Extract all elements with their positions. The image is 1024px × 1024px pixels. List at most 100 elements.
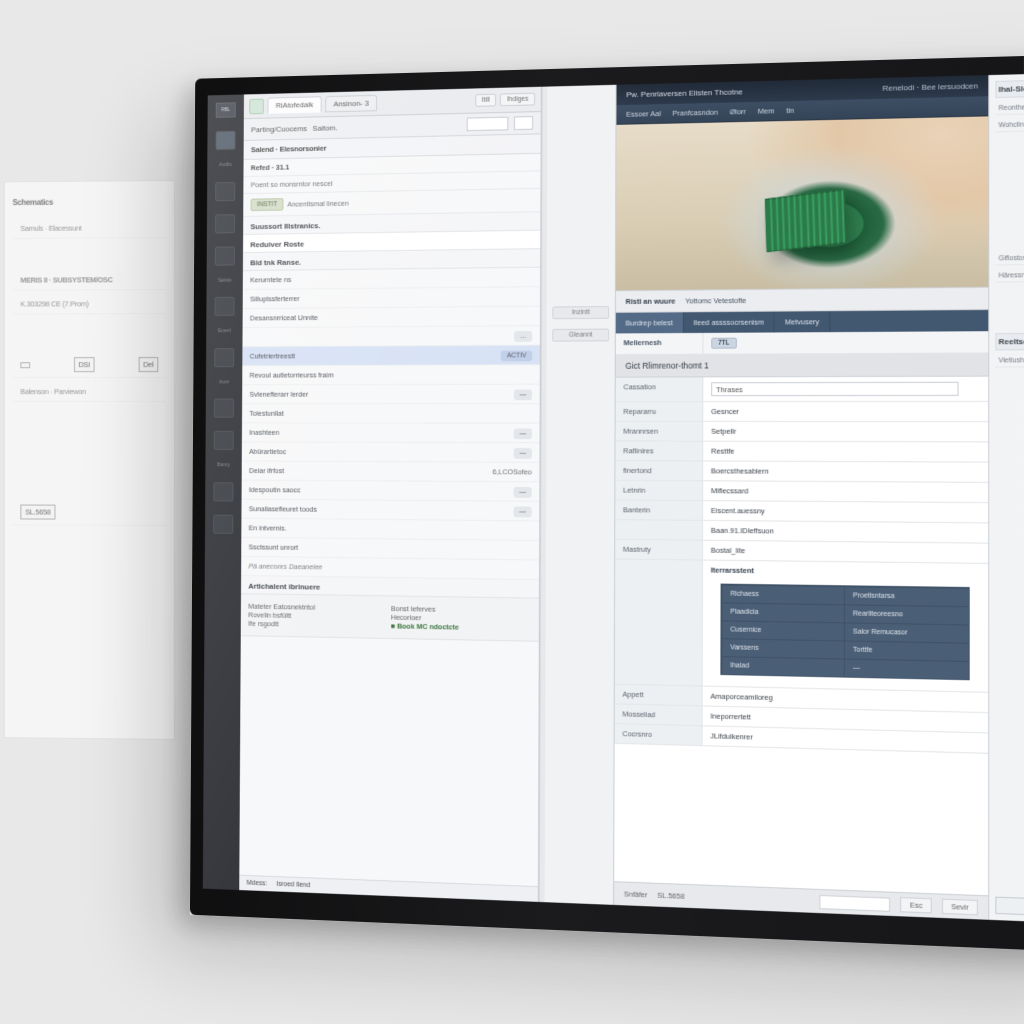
tab-mini-button[interactable]: Ihdiges bbox=[500, 93, 535, 106]
tag-row-text: Ancentismal linecen bbox=[287, 199, 348, 209]
detail-value: Setpellr bbox=[703, 422, 988, 442]
list-item[interactable]: Desansnrriceat Unnite bbox=[243, 307, 540, 328]
detail-key: Letnrin bbox=[615, 481, 703, 500]
monitor-bezel: RBL Audits Salnks Ecsert Invor Banvy bbox=[190, 53, 1024, 954]
tab-mini-button[interactable]: Itill bbox=[475, 94, 496, 107]
backpanel-del-button[interactable]: Del bbox=[138, 357, 158, 372]
secondbar-item[interactable]: Pranfcasndon bbox=[673, 108, 718, 118]
detail-key: Raflinires bbox=[615, 441, 703, 460]
list-item[interactable]: Svlenefterarr lerder — bbox=[242, 385, 540, 405]
list-item-name: Idespoutin saocc bbox=[249, 485, 301, 494]
status-button[interactable]: Esc bbox=[901, 897, 932, 913]
secondbar-item[interactable]: tin bbox=[786, 106, 794, 115]
detail-scroll[interactable]: Cassation RepararruGesncerMrannrsenSetpe… bbox=[614, 377, 988, 896]
list-item-name: Svlenefterarr lerder bbox=[249, 390, 308, 399]
detail-value: Boercsthesabiern bbox=[703, 461, 988, 481]
toolbar-small-button[interactable] bbox=[514, 116, 533, 130]
tab-secondary[interactable]: Ansinon- 3 bbox=[325, 95, 377, 113]
list-header-text: Salend · Elesnorsonier bbox=[251, 144, 326, 154]
rail-button[interactable] bbox=[215, 214, 235, 233]
toolbar-small-field[interactable] bbox=[467, 117, 509, 132]
backpanel-dsi-button[interactable]: DSI bbox=[74, 357, 95, 372]
detail-input[interactable] bbox=[711, 382, 958, 396]
list-item[interactable]: Idespoutin saocc— bbox=[242, 481, 540, 502]
detail-key: Appett bbox=[615, 685, 703, 706]
status-label: Snfäfer bbox=[624, 889, 648, 899]
mid-chip[interactable]: Gleannt bbox=[552, 329, 609, 342]
list-item[interactable]: Tolestunllat bbox=[242, 404, 540, 424]
list-item[interactable]: Silluplssferterrer bbox=[243, 287, 540, 309]
detail-block-title: Iterrarsstent bbox=[711, 566, 980, 582]
backpanel-mini-button[interactable] bbox=[20, 362, 30, 368]
toolbar-label: Parting/Cuocems bbox=[251, 124, 307, 134]
backpanel-foot: SL.5658 bbox=[20, 505, 55, 520]
list-item-pill: — bbox=[514, 429, 532, 440]
detail-value: Bostal_Iite bbox=[703, 541, 988, 563]
rail-button[interactable] bbox=[213, 482, 233, 501]
app-screen: RBL Audits Salnks Ecsert Invor Banvy bbox=[203, 72, 1024, 925]
detail-tab[interactable]: Metvusery bbox=[775, 311, 830, 332]
list-item[interactable]: CufetriertreesttACTIV bbox=[242, 346, 540, 367]
tab-primary[interactable]: RiAtofedaik bbox=[268, 96, 322, 114]
detail-badge: 7TL bbox=[711, 338, 736, 349]
detail-key bbox=[615, 559, 703, 685]
list-item-name: Revoul autletorrieurss fraim bbox=[250, 371, 334, 380]
module-icon[interactable] bbox=[249, 98, 264, 114]
hero-meta-left: Risti an wuure bbox=[626, 297, 676, 306]
list-item[interactable]: … bbox=[242, 326, 539, 347]
detail-key: Repararru bbox=[616, 402, 704, 421]
rail-button[interactable] bbox=[213, 514, 233, 533]
info-grid: Mateter Eatosnektritol Rovelin bsfültt I… bbox=[241, 594, 539, 642]
mid-chip[interactable]: Inzintt bbox=[552, 306, 609, 319]
side-card-line: Wohclinvmsand bbox=[995, 118, 1024, 133]
rail-button[interactable] bbox=[214, 399, 234, 418]
detail-value: Miflecssard bbox=[703, 481, 988, 502]
rail-button[interactable] bbox=[214, 348, 234, 367]
list-item-value: — bbox=[514, 390, 532, 399]
secondbar-item[interactable]: Mem bbox=[758, 106, 774, 115]
list-item-value: 6,LCOSofeo bbox=[492, 467, 531, 476]
status-button[interactable]: Sevir bbox=[942, 899, 978, 916]
list-item-name: Abürartietoc bbox=[249, 447, 286, 456]
list-item-value: — bbox=[514, 448, 532, 457]
grid-cell: Bonst leferves Hecorloer ■ Book MC ndoct… bbox=[391, 604, 531, 633]
side-card-line: Reonthe bbox=[995, 100, 1024, 115]
list-scroller[interactable]: Kerurntete ns Silluplssferterrer Desansnrr… bbox=[239, 268, 540, 887]
rail-button[interactable] bbox=[215, 297, 235, 316]
list-item-name: Kerurntete ns bbox=[250, 275, 291, 284]
icon-rail: RBL Audits Salnks Ecsert Invor Banvy bbox=[203, 94, 244, 890]
list-item[interactable]: Revoul autletorrieurss fraim bbox=[242, 365, 540, 385]
detail-value: Baan.91.IDleffsuon bbox=[703, 521, 988, 543]
list-item-name: Silluplssferterrer bbox=[250, 294, 300, 303]
app-logo[interactable]: RBL bbox=[216, 102, 236, 118]
detail-key: Mosseliad bbox=[615, 704, 703, 725]
rail-button[interactable] bbox=[215, 246, 235, 265]
title-crumbs: Renelodi · Bee lersuodcen bbox=[882, 81, 978, 92]
hero-image bbox=[616, 116, 988, 291]
list-item[interactable]: Inashteen — bbox=[242, 423, 540, 443]
list-pane: RiAtofedaik Ansinon- 3 Itill Ihdiges Par… bbox=[239, 87, 542, 902]
mid-panel: Inzintt Gleannt bbox=[545, 85, 617, 905]
list-item-name: Tolestunllat bbox=[249, 409, 283, 418]
rail-button[interactable] bbox=[216, 131, 236, 150]
list-item-name: Inashteen bbox=[249, 428, 279, 437]
list-item-name: Ssctssunt unrort bbox=[249, 543, 299, 552]
rail-button[interactable] bbox=[215, 181, 235, 200]
list-item-name: En intvernis. bbox=[249, 524, 287, 533]
detail-tab[interactable]: Burdrep belest bbox=[616, 312, 684, 333]
detail-subblock-host: Iterrarsstent RichaessProetlsntarsaPlaad… bbox=[703, 561, 989, 692]
detail-row: Cassation bbox=[616, 377, 989, 403]
detail-key: Cocrsnro bbox=[615, 724, 703, 745]
list-item[interactable]: Deiar ifrfost6,LCOSofeo bbox=[242, 461, 540, 482]
secondbar-item[interactable]: Essoer Aal bbox=[626, 109, 661, 119]
list-item-name: Sunaliasefleuret toods bbox=[249, 504, 317, 513]
subblock-cell: Richaess bbox=[722, 585, 844, 605]
secondbar-item[interactable]: Ølorr bbox=[730, 107, 746, 116]
side-card-button[interactable]: Eledonn bbox=[995, 897, 1024, 919]
status-field[interactable] bbox=[820, 894, 891, 911]
detail-tab[interactable]: Ileed assssocrsenism bbox=[684, 312, 775, 333]
rail-button[interactable] bbox=[214, 431, 234, 450]
list-item[interactable]: Abürartietoc — bbox=[242, 442, 540, 462]
list-item-name: Cufetriertreestt bbox=[250, 352, 295, 361]
backpanel-line: MERIS II · SUBSYSTEM/OSC bbox=[13, 270, 167, 291]
